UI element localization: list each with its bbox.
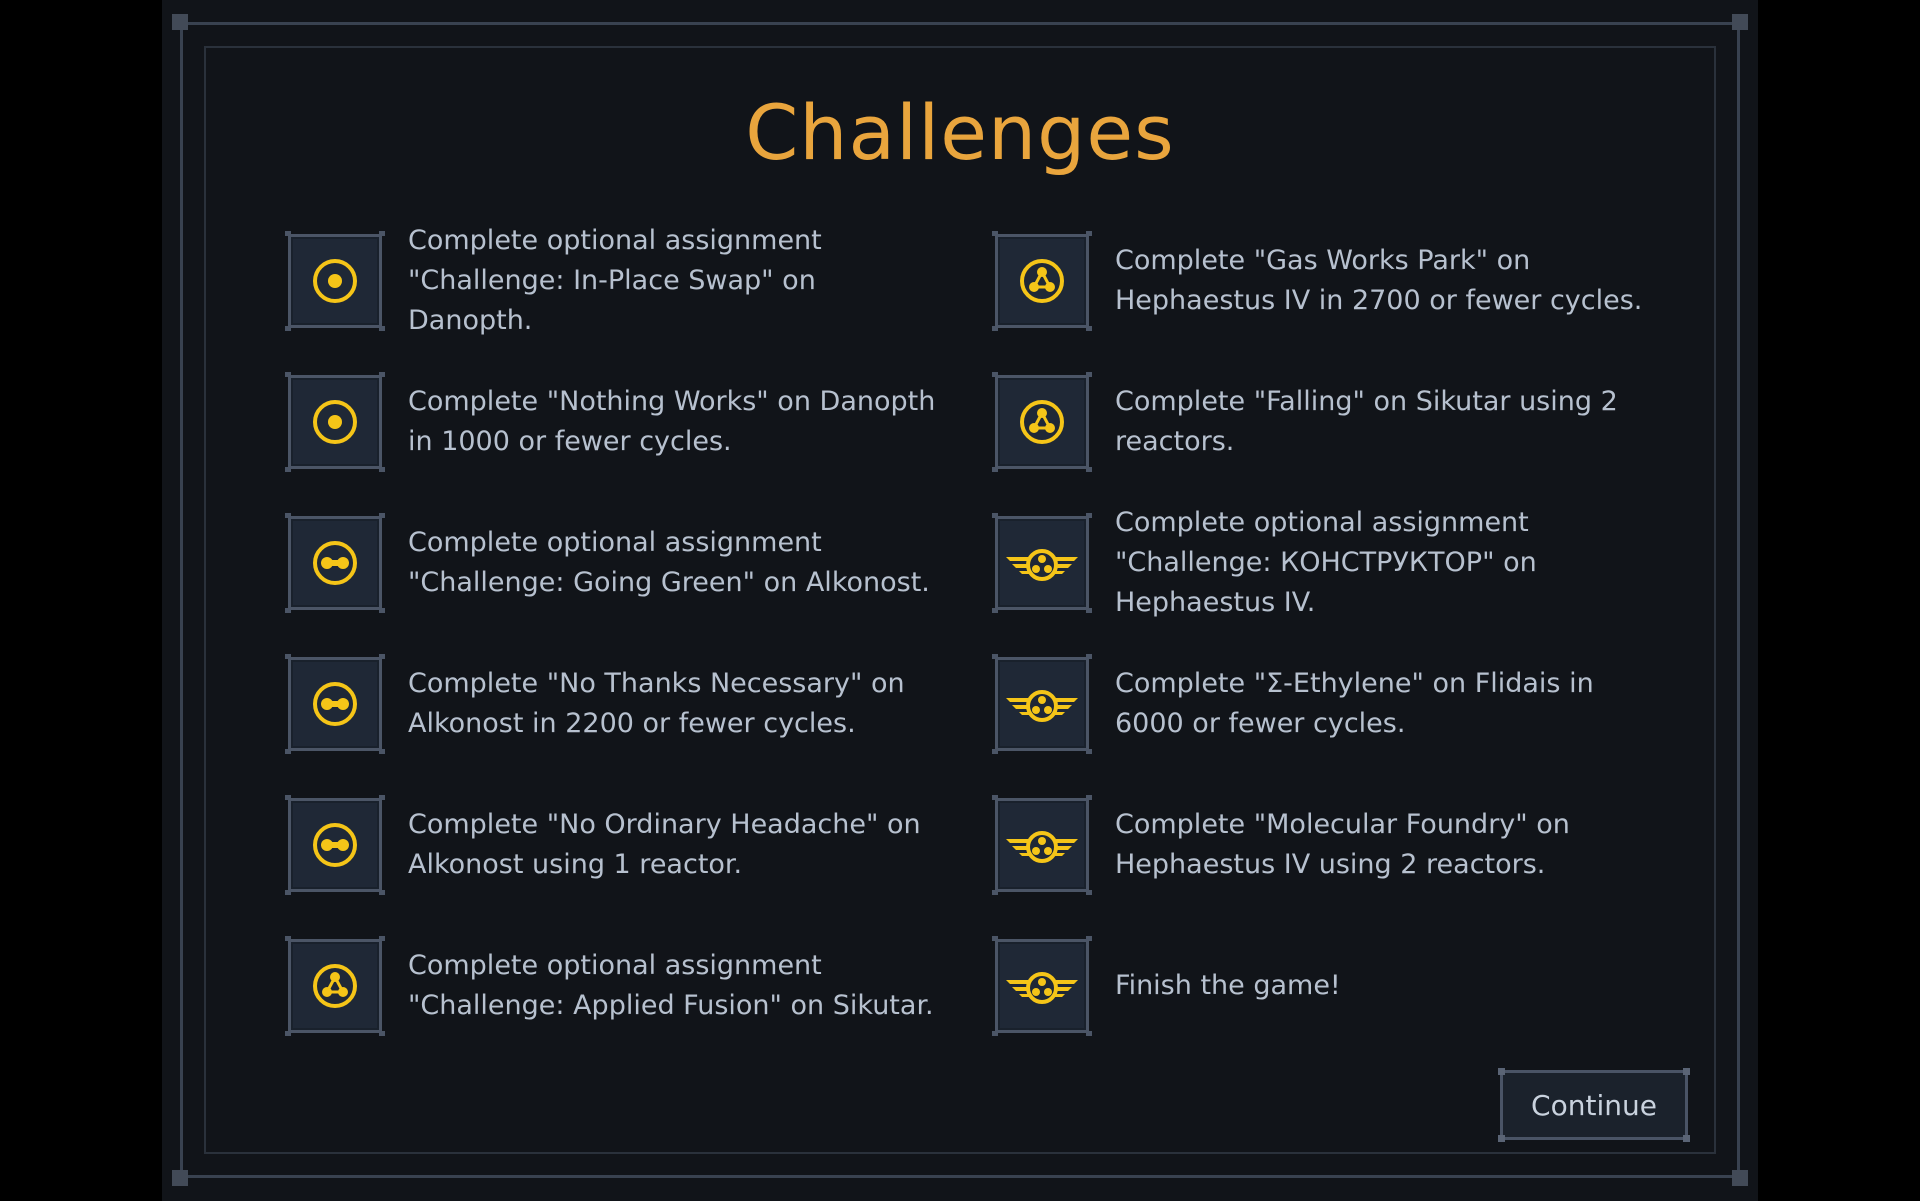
tri-dot-circle-icon (1020, 400, 1064, 444)
button-corner-decoration (1683, 1068, 1690, 1075)
tri-dot-circle-icon (1020, 259, 1064, 303)
challenge-text: Complete "Nothing Works" on Danopth in 1… (408, 386, 936, 457)
double-dot-circle-icon (313, 823, 357, 867)
winged-tri-dot-icon (1006, 831, 1078, 863)
challenge-item: Complete "Nothing Works" on Danopth in 1… (285, 362, 948, 482)
challenge-badge (992, 513, 1092, 613)
challenge-text: Complete optional assignment "Challenge:… (408, 225, 822, 336)
challenge-badge (285, 513, 385, 613)
challenge-item: Complete optional assignment "Challenge:… (285, 221, 948, 341)
challenge-text: Complete "Gas Works Park" on Hephaestus … (1115, 245, 1643, 316)
challenge-text: Finish the game! (1115, 970, 1341, 1001)
challenge-text: Complete "Σ-Ethylene" on Flidais in 6000… (1115, 668, 1594, 739)
challenge-item: Complete "Molecular Foundry" on Hephaest… (992, 785, 1655, 905)
tri-dot-circle-icon (313, 964, 357, 1008)
winged-tri-dot-icon (1006, 549, 1078, 581)
challenge-item: Complete optional assignment "Challenge:… (285, 503, 948, 623)
challenge-badge (992, 936, 1092, 1036)
page-title: Challenges (745, 88, 1175, 177)
challenge-badge (992, 654, 1092, 754)
challenge-badge (285, 372, 385, 472)
challenge-badge (285, 654, 385, 754)
challenge-badge (285, 231, 385, 331)
dot-circle-icon (313, 400, 357, 444)
button-corner-decoration (1498, 1068, 1505, 1075)
challenge-badge (285, 795, 385, 895)
challenge-text: Complete optional assignment "Challenge:… (408, 950, 934, 1021)
double-dot-circle-icon (313, 541, 357, 585)
challenge-text: Complete "No Thanks Necessary" on Alkono… (408, 668, 905, 739)
challenge-item: Complete optional assignment "Challenge:… (992, 503, 1655, 623)
challenge-item: Complete optional assignment "Challenge:… (285, 926, 948, 1046)
double-dot-circle-icon (313, 682, 357, 726)
challenge-text: Complete "Falling" on Sikutar using 2 re… (1115, 386, 1618, 457)
winged-tri-dot-icon (1006, 690, 1078, 722)
challenge-text: Complete optional assignment "Challenge:… (408, 527, 930, 598)
frame-corner-decoration (172, 1170, 188, 1186)
challenge-text: Complete "Molecular Foundry" on Hephaest… (1115, 809, 1570, 880)
frame-corner-decoration (172, 14, 188, 30)
challenge-badge (992, 795, 1092, 895)
button-corner-decoration (1683, 1135, 1690, 1142)
challenge-text: Complete optional assignment "Challenge:… (1115, 507, 1537, 618)
challenge-item: Complete "Falling" on Sikutar using 2 re… (992, 362, 1655, 482)
dot-circle-icon (313, 259, 357, 303)
winged-tri-dot-icon (1006, 972, 1078, 1004)
challenge-badge (992, 231, 1092, 331)
continue-button-label: Continue (1531, 1088, 1657, 1122)
frame-corner-decoration (1732, 1170, 1748, 1186)
challenge-text: Complete "No Ordinary Headache" on Alkon… (408, 809, 921, 880)
challenge-badge (992, 372, 1092, 472)
challenge-item: Finish the game! (992, 926, 1655, 1046)
challenge-item: Complete "No Thanks Necessary" on Alkono… (285, 644, 948, 764)
challenge-item: Complete "Σ-Ethylene" on Flidais in 6000… (992, 644, 1655, 764)
challenge-item: Complete "Gas Works Park" on Hephaestus … (992, 221, 1655, 341)
challenge-badge (285, 936, 385, 1036)
button-corner-decoration (1498, 1135, 1505, 1142)
challenge-item: Complete "No Ordinary Headache" on Alkon… (285, 785, 948, 905)
continue-button[interactable]: Continue (1498, 1068, 1690, 1142)
frame-corner-decoration (1732, 14, 1748, 30)
